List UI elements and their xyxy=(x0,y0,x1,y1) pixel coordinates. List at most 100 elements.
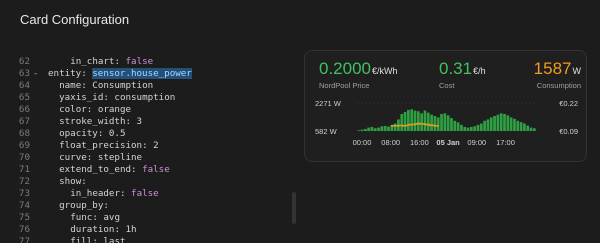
editor-scrollbar[interactable] xyxy=(292,192,296,224)
x-axis-tick-label: 00:00 xyxy=(353,138,372,147)
fold-marker[interactable]: - xyxy=(33,68,39,80)
chart-bar xyxy=(413,110,417,131)
y-axis-right-tick-label: €0.09 xyxy=(559,127,578,136)
chart-bar xyxy=(532,128,536,131)
chart-bar xyxy=(470,126,473,131)
code-line[interactable]: 70 curve: stepline xyxy=(14,152,296,164)
chart-bar xyxy=(403,111,407,131)
chart-bar xyxy=(423,110,427,131)
code-line[interactable]: 69 float_precision: 2 xyxy=(14,140,296,152)
line-number: 74 xyxy=(18,200,30,211)
code-line[interactable]: 73 in_header: false xyxy=(14,188,296,200)
chart-bar xyxy=(420,113,423,131)
chart-bar xyxy=(453,120,457,131)
x-axis-tick-label: 16:00 xyxy=(410,138,429,147)
chart-bar xyxy=(443,113,447,131)
dialog-header: Card Configuration xyxy=(0,0,600,38)
chart-bar xyxy=(440,114,443,131)
code-text: fill: last xyxy=(70,236,126,243)
chart-bar xyxy=(526,125,530,131)
y-axis-right-tick-label: €0.22 xyxy=(559,99,578,108)
chart-bar xyxy=(363,128,367,131)
power-price-chart: 2271 W 582 W €0.22 €0.09 00:00 08:00 16:00 05 J… xyxy=(315,99,578,147)
code-text: color: orange xyxy=(59,104,132,115)
chart-bar xyxy=(473,126,477,131)
chart-bar xyxy=(466,127,470,131)
code-line[interactable]: 68 opacity: 0.5 xyxy=(14,128,296,140)
chart-bar xyxy=(393,123,397,131)
code-text: in_header: false xyxy=(70,188,159,199)
chart-bar xyxy=(380,126,384,131)
line-number: 76 xyxy=(18,224,30,235)
code-text: func: avg xyxy=(70,212,120,223)
line-number: 65 xyxy=(18,92,30,103)
code-line[interactable]: 76 duration: 1h xyxy=(14,224,296,236)
yaml-code-editor[interactable]: 62 in_chart: false 63- entity: sensor.house… xyxy=(14,50,296,243)
chart-bar xyxy=(503,114,506,131)
chart-bar xyxy=(476,124,480,131)
chart-bar xyxy=(433,116,437,131)
line-number: 62 xyxy=(18,56,30,67)
chart-bar xyxy=(450,118,453,131)
chart-bar xyxy=(483,120,486,131)
chart-bar xyxy=(463,126,467,131)
code-text: extend_to_end: false xyxy=(59,164,170,175)
line-number: 73 xyxy=(18,188,30,199)
line-number: 68 xyxy=(18,128,30,139)
line-number: 71 xyxy=(18,164,30,175)
x-axis-tick-label: 17:00 xyxy=(496,138,515,147)
chart-bar xyxy=(400,114,404,131)
x-axis-tick-label: 09:00 xyxy=(467,138,486,147)
code-line[interactable]: 77 fill: last xyxy=(14,236,296,243)
code-text: in_chart: false xyxy=(70,56,154,67)
y-axis-left-tick-label: 582 W xyxy=(315,127,338,136)
line-number: 77 xyxy=(18,236,30,243)
selected-text: sensor.house_power xyxy=(92,68,192,79)
chart-bar xyxy=(460,124,463,131)
code-text: float_precision: 2 xyxy=(59,140,159,151)
code-line[interactable]: 65 yaxis_id: consumption xyxy=(14,92,296,104)
chart-bar xyxy=(436,117,440,131)
chart-bar xyxy=(416,111,420,131)
dialog-title: Card Configuration xyxy=(20,12,130,27)
code-text: entity: sensor.house_power xyxy=(48,68,192,79)
chart-bar xyxy=(509,117,513,131)
chart-bar xyxy=(357,130,361,131)
y-axis-left-tick-label: 2271 W xyxy=(315,99,342,108)
keyword-token: false xyxy=(131,188,159,199)
code-line[interactable]: 75 func: avg xyxy=(14,212,296,224)
line-number: 64 xyxy=(18,80,30,91)
chart-bar xyxy=(383,125,387,131)
code-line[interactable]: 74 group_by: xyxy=(14,200,296,212)
chart-bar xyxy=(496,114,500,131)
line-number: 63 xyxy=(18,68,30,79)
chart-bar xyxy=(456,122,460,131)
code-line[interactable]: 67 stroke_width: 3 xyxy=(14,116,296,128)
code-text: yaxis_id: consumption xyxy=(59,92,176,103)
chart-bar xyxy=(407,109,410,131)
chart-bar xyxy=(387,126,390,131)
code-text: group_by: xyxy=(59,200,109,211)
code-line[interactable]: 66 color: orange xyxy=(14,104,296,116)
code-line[interactable]: 63- entity: sensor.house_power xyxy=(14,68,296,80)
code-line[interactable]: 72 show: xyxy=(14,176,296,188)
chart-bar xyxy=(410,109,414,131)
chart-bar xyxy=(506,115,510,131)
chart-bar xyxy=(370,126,374,131)
code-line[interactable]: 62 in_chart: false xyxy=(14,56,296,68)
code-text: name: Consumption xyxy=(59,80,154,91)
x-axis-tick-label: 05 Jan xyxy=(436,138,460,147)
chart-bar xyxy=(430,114,433,131)
chart-bar xyxy=(513,118,516,131)
code-text: show: xyxy=(59,176,87,187)
chart-bar xyxy=(373,128,377,131)
line-number: 67 xyxy=(18,116,30,127)
line-number: 69 xyxy=(18,140,30,151)
apexcharts-card-preview: 0.2000€/kWh NordPool Price 0.31€/h Cost … xyxy=(304,50,587,162)
chart-bar xyxy=(360,129,364,131)
code-line[interactable]: 64 name: Consumption xyxy=(14,80,296,92)
line-number: 66 xyxy=(18,104,30,115)
code-line[interactable]: 71 extend_to_end: false xyxy=(14,164,296,176)
chart-bar xyxy=(516,120,520,131)
keyword-token: false xyxy=(125,56,154,67)
